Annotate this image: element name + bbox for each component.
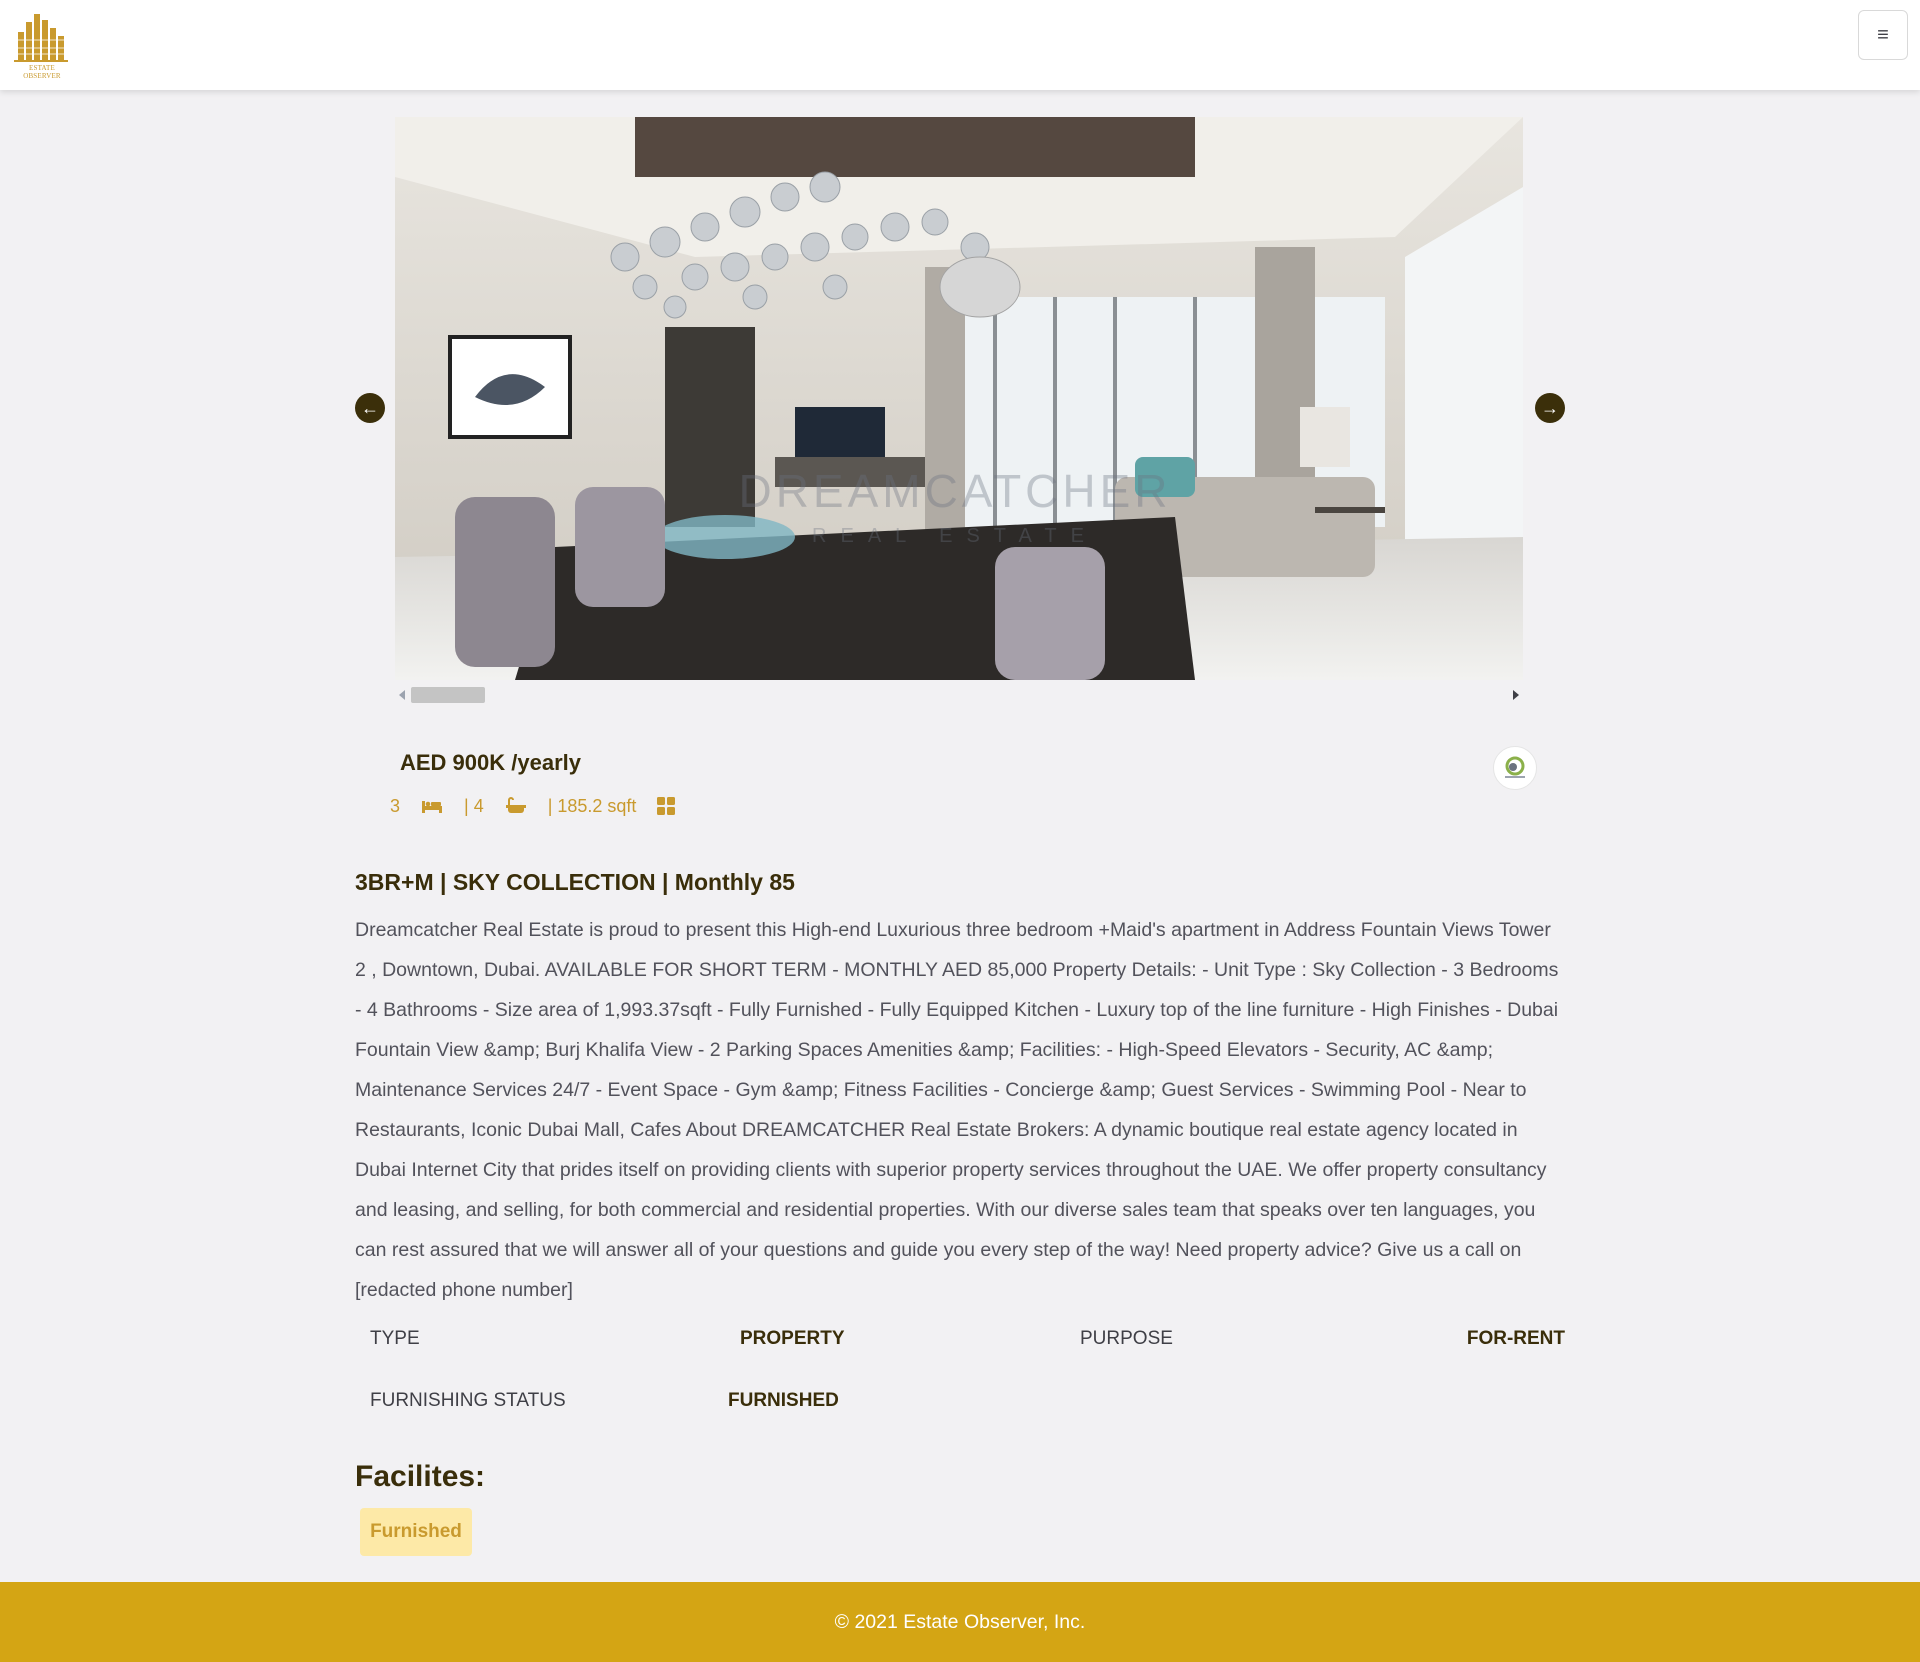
type-label: TYPE <box>370 1328 420 1349</box>
purpose-value: FOR-RENT <box>1466 1328 1565 1349</box>
carousel-next-button[interactable]: → <box>1535 393 1565 423</box>
info-row-type-purpose: TYPE PROPERTY PURPOSE FOR-RENT <box>355 1314 1565 1364</box>
property-image-carousel[interactable]: DREAMCATCHER REAL ESTATE <box>395 117 1523 680</box>
bedroom-count: 3 <box>390 795 401 816</box>
listing-title: 3BR+M | SKY COLLECTION | Monthly 85 <box>355 869 795 895</box>
scroll-right-icon[interactable] <box>1513 690 1519 700</box>
hamburger-menu-button[interactable]: ≡ <box>1858 10 1908 60</box>
buildings-logo-icon <box>14 14 68 62</box>
arrow-right-icon: → <box>1541 398 1559 418</box>
site-footer: © 2021 Estate Observer, Inc. <box>0 1582 1920 1662</box>
info-row-furnishing: FURNISHING STATUS FURNISHED <box>355 1376 1565 1426</box>
arrow-left-icon: ← <box>361 398 379 418</box>
watermark-text: DREAMCATCHER <box>738 465 1171 517</box>
watermark-subtext: REAL ESTATE <box>812 525 1098 547</box>
agency-logo[interactable] <box>1493 746 1537 790</box>
listing-description: Dreamcatcher Real Estate is proud to pre… <box>355 919 1559 1301</box>
carousel-prev-button[interactable]: ← <box>355 393 385 423</box>
area-value: | 185.2 sqft <box>547 795 637 816</box>
copyright-text: © 2021 Estate Observer, Inc. <box>834 1610 1086 1633</box>
furnishing-value: FURNISHED <box>728 1390 839 1411</box>
bathroom-count: | 4 <box>464 795 484 816</box>
logo-text: ESTATE OBSERVER <box>23 64 61 80</box>
purpose-label: PURPOSE <box>1080 1328 1173 1349</box>
hamburger-icon: ≡ <box>1877 23 1889 46</box>
listing-specs: 3 | 4 | 185.2 sqft <box>390 794 676 818</box>
bath-icon <box>505 796 526 816</box>
carousel-scrollbar[interactable] <box>395 683 1523 707</box>
facility-badge: Furnished <box>360 1508 472 1556</box>
furnishing-label: FURNISHING STATUS <box>370 1390 566 1411</box>
facilities-heading: Facilites: <box>355 1460 486 1493</box>
scroll-left-icon[interactable] <box>399 690 405 700</box>
scrollbar-thumb[interactable] <box>411 687 485 703</box>
bed-icon <box>422 796 443 816</box>
property-photo: DREAMCATCHER REAL ESTATE <box>395 117 1523 680</box>
grid-icon <box>656 796 676 816</box>
type-value: PROPERTY <box>740 1328 845 1349</box>
listing-price: AED 900K /yearly <box>400 750 581 775</box>
dreamcatcher-logo-icon <box>1505 756 1525 778</box>
site-header: ESTATE OBSERVER ≡ <box>0 0 1920 90</box>
estate-observer-logo[interactable]: ESTATE OBSERVER <box>10 10 74 80</box>
